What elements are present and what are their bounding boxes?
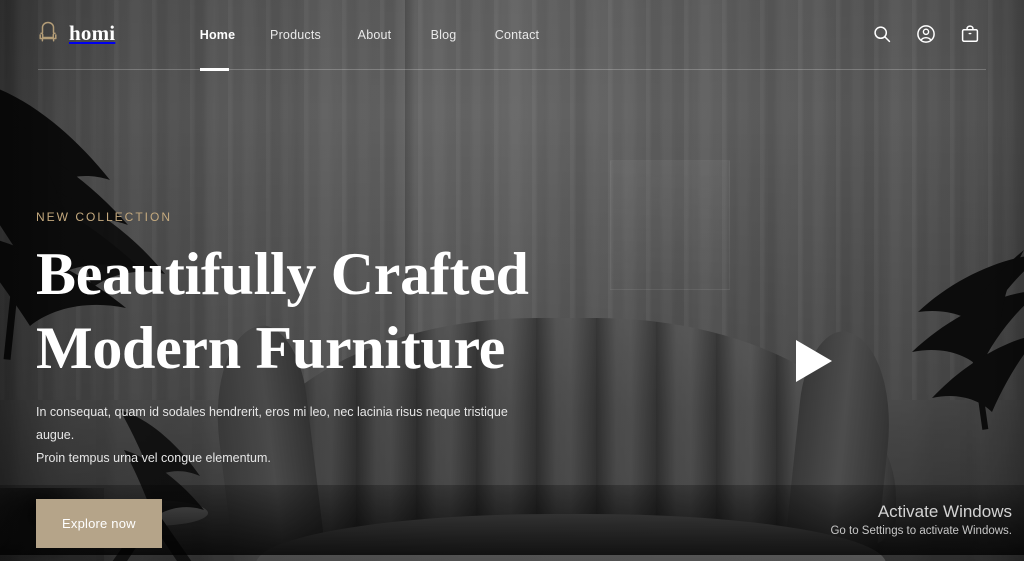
brand-name: homi [69, 21, 116, 45]
hero-title-line-1: Beautifully Crafted [36, 241, 529, 307]
nav-active-indicator [200, 68, 229, 71]
hero-subtitle: In consequat, quam id sodales hendrerit,… [36, 401, 536, 470]
windows-activation-watermark: Activate Windows Go to Settings to activ… [830, 501, 1012, 539]
hero-content: NEW COLLECTION Beautifully Crafted Moder… [36, 210, 656, 548]
watermark-title: Activate Windows [877, 502, 1012, 521]
bottom-white-strip [0, 561, 1024, 569]
watermark-subtitle: Go to Settings to activate Windows. [830, 525, 1012, 537]
nav-item-products[interactable]: Products [270, 28, 321, 42]
hero-subtitle-line-2: Proin tempus urna vel congue elementum. [36, 451, 271, 465]
page-root: homi Home Products About Blog Contact NE… [0, 0, 1024, 569]
nav-item-contact[interactable]: Contact [495, 28, 539, 42]
nav-slot-contact: Contact [494, 0, 540, 70]
nav-slot-products: Products [270, 0, 321, 70]
explore-now-button[interactable]: Explore now [36, 499, 162, 548]
hero-title-line-2: Modern Furniture [36, 315, 506, 381]
nav-item-about[interactable]: About [358, 28, 392, 42]
brand-logo[interactable]: homi [36, 20, 115, 46]
site-header: homi Home Products About Blog Contact [0, 0, 1024, 71]
cart-icon[interactable] [960, 24, 980, 44]
nav-slot-home: Home [197, 0, 238, 70]
header-actions [872, 24, 980, 44]
play-video-button[interactable] [794, 339, 834, 383]
nav-slot-blog: Blog [423, 0, 464, 70]
nav-item-blog[interactable]: Blog [431, 28, 457, 42]
hero-subtitle-line-1: In consequat, quam id sodales hendrerit,… [36, 405, 508, 442]
hero-eyebrow: NEW COLLECTION [36, 210, 173, 224]
main-navigation: Home Products About Blog Contact [197, 0, 540, 70]
armchair-icon [39, 21, 57, 42]
hero-title: Beautifully Crafted Modern Furniture [36, 237, 656, 385]
account-icon[interactable] [916, 24, 936, 44]
nav-item-home[interactable]: Home [200, 28, 236, 42]
search-icon[interactable] [872, 24, 892, 44]
nav-slot-about: About [354, 0, 395, 70]
